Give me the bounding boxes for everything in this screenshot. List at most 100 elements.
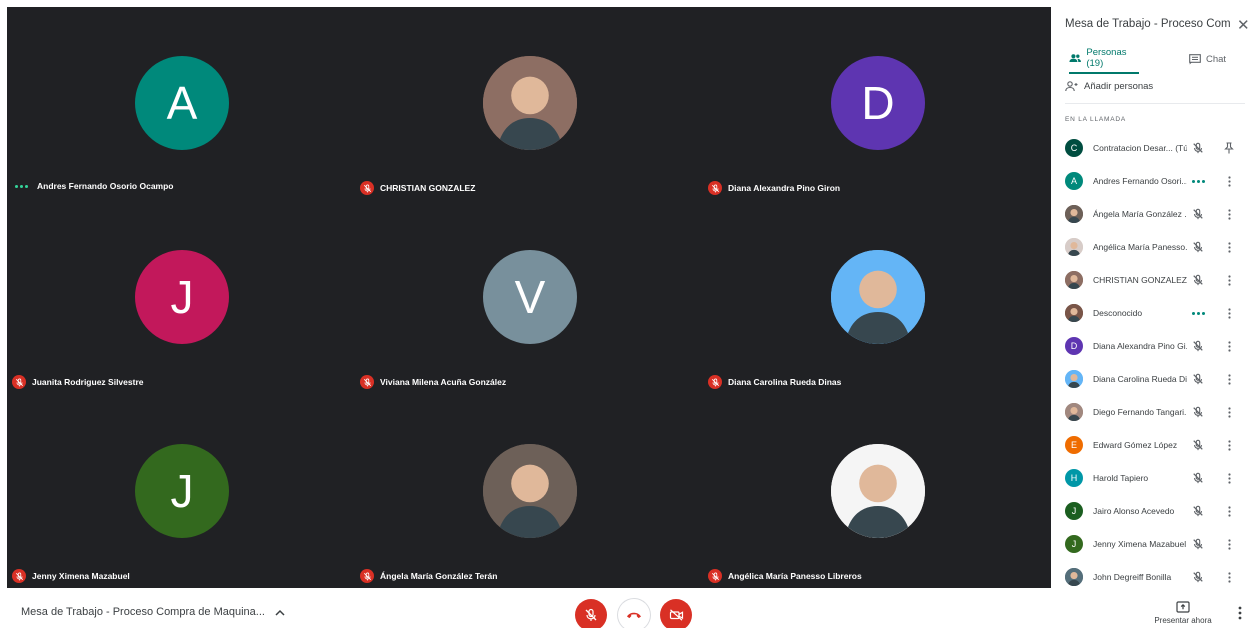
mic-off-badge <box>708 569 722 583</box>
more-options-icon[interactable] <box>1223 173 1235 189</box>
participant-tile[interactable]: CHRISTIAN GONZALEZ <box>355 7 703 201</box>
more-options-icon[interactable] <box>1223 437 1235 453</box>
participant-row[interactable]: H Harold Tapiero <box>1051 461 1257 494</box>
mic-off-icon <box>711 184 719 192</box>
participant-photo <box>1065 303 1083 322</box>
participant-photo <box>1065 402 1083 421</box>
mic-off-icon <box>15 378 23 386</box>
participant-row[interactable]: A Andres Fernando Osori... <box>1051 164 1257 197</box>
more-options-icon[interactable] <box>1223 305 1235 321</box>
hang-up-icon <box>627 612 641 619</box>
participant-name: Angélica María Panesso Libreros <box>728 571 862 581</box>
participant-nameplate: Angélica María Panesso Libreros <box>708 569 862 583</box>
mic-off-icon <box>1193 373 1203 385</box>
mic-off-badge <box>12 375 26 389</box>
mic-off-icon <box>1193 439 1203 451</box>
present-now-button[interactable]: Presentar ahora <box>1148 601 1218 625</box>
participant-row[interactable]: J Jairo Alonso Acevedo <box>1051 494 1257 527</box>
more-options-icon[interactable] <box>1238 606 1242 625</box>
mic-off-status <box>1190 470 1206 486</box>
mic-off-icon <box>1193 505 1203 517</box>
participant-row[interactable]: C Contratacion Desar... (Tú) <box>1051 131 1257 164</box>
participant-row[interactable]: Angélica María Panesso... <box>1051 230 1257 263</box>
participant-name: Angélica María Panesso... <box>1093 241 1187 252</box>
video-grid-area: A Andres Fernando Osorio Ocampo CHRISTIAN … <box>7 7 1051 588</box>
participant-name: Ángela María González ... <box>1093 208 1187 219</box>
mic-off-badge <box>360 375 374 389</box>
participant-nameplate: Diana Alexandra Pino Giron <box>708 181 840 195</box>
more-options-icon[interactable] <box>1223 470 1235 486</box>
more-options-icon[interactable] <box>1223 272 1235 288</box>
participant-name: Diana Alexandra Pino Giron <box>728 183 841 193</box>
speaking-indicator-icon <box>1189 179 1208 183</box>
participant-name: CHRISTIAN GONZALEZ <box>1093 274 1187 285</box>
mic-off-status <box>1190 206 1206 222</box>
mic-off-status <box>1190 338 1206 354</box>
leave-call-button[interactable] <box>618 599 650 628</box>
participant-tile[interactable]: Ángela María González Terán <box>355 395 703 589</box>
participant-row[interactable]: CHRISTIAN GONZALEZ <box>1051 263 1257 296</box>
mic-off-icon <box>1193 241 1203 253</box>
camera-toggle-button[interactable] <box>660 599 692 628</box>
mic-off-status <box>1190 371 1206 387</box>
present-screen-icon <box>1176 601 1190 613</box>
tab-chat[interactable]: Chat <box>1189 44 1235 74</box>
participant-row[interactable]: Diana Carolina Rueda Di... <box>1051 362 1257 395</box>
participant-avatar: A <box>135 56 229 150</box>
mic-off-badge <box>12 569 26 583</box>
participant-photo <box>831 444 925 538</box>
participant-row[interactable]: E Edward Gómez López <box>1051 428 1257 461</box>
participant-row[interactable]: Diego Fernando Tangari... <box>1051 395 1257 428</box>
panel-tabs: Personas (19) Chat <box>1051 44 1257 74</box>
more-options-icon[interactable] <box>1223 569 1235 585</box>
microphone-toggle-button[interactable] <box>575 599 607 628</box>
participant-avatar: D <box>1065 336 1083 355</box>
close-icon[interactable]: ✕ <box>1237 16 1250 34</box>
participant-name: Jenny Ximena Mazabuel <box>32 571 130 581</box>
participant-avatar: J <box>135 444 229 538</box>
add-people-button[interactable]: Añadir personas <box>1065 81 1153 92</box>
participant-row[interactable]: Desconocido <box>1051 296 1257 329</box>
participant-avatar: A <box>1065 171 1083 190</box>
participant-avatar: J <box>1065 501 1083 520</box>
more-options-icon[interactable] <box>1223 404 1235 420</box>
participant-tile[interactable]: J Juanita Rodriguez Silvestre <box>7 201 355 395</box>
section-label: EN LA LLAMADA <box>1065 116 1126 123</box>
mic-off-badge <box>708 181 722 195</box>
speaking-indicator-icon <box>1189 311 1208 315</box>
pin-icon[interactable] <box>1223 140 1235 156</box>
more-options-icon[interactable] <box>1223 338 1235 354</box>
participant-nameplate: Viviana Milena Acuña González <box>360 375 506 389</box>
participant-avatar: C <box>1065 138 1083 157</box>
more-options-icon[interactable] <box>1223 536 1235 552</box>
participant-photo <box>483 444 577 538</box>
people-icon <box>1069 54 1081 62</box>
mic-off-status <box>1190 404 1206 420</box>
participant-tile[interactable]: Angélica María Panesso Libreros <box>703 395 1051 589</box>
more-options-icon[interactable] <box>1223 239 1235 255</box>
tab-people[interactable]: Personas (19) <box>1069 44 1139 74</box>
participant-row[interactable]: J Jenny Ximena Mazabuel <box>1051 527 1257 560</box>
participant-tile[interactable]: J Jenny Ximena Mazabuel <box>7 395 355 589</box>
meeting-details-button[interactable]: Mesa de Trabajo - Proceso Compra de Maqu… <box>21 606 285 618</box>
participant-row[interactable]: Ángela María González ... <box>1051 197 1257 230</box>
participant-avatar <box>1065 402 1083 421</box>
speaking-status <box>1190 173 1206 189</box>
participant-photo <box>831 250 925 344</box>
participant-list[interactable]: C Contratacion Desar... (Tú) A Andres Ferna… <box>1051 131 1257 588</box>
participant-name: Edward Gómez López <box>1093 439 1178 450</box>
more-options-icon[interactable] <box>1223 503 1235 519</box>
mic-off-icon <box>1193 340 1203 352</box>
participant-avatar <box>483 56 577 150</box>
participant-avatar <box>1065 567 1083 586</box>
participant-tile[interactable]: V Viviana Milena Acuña González <box>355 201 703 395</box>
participant-tile[interactable]: D Diana Alexandra Pino Giron <box>703 7 1051 201</box>
participant-tile[interactable]: Diana Carolina Rueda Dinas <box>703 201 1051 395</box>
participant-row[interactable]: John Degreiff Bonilla <box>1051 560 1257 588</box>
participant-name: Viviana Milena Acuña González <box>380 377 507 387</box>
more-options-icon[interactable] <box>1223 371 1235 387</box>
participant-name: Jairo Alonso Acevedo <box>1093 505 1175 516</box>
participant-row[interactable]: D Diana Alexandra Pino Gi... <box>1051 329 1257 362</box>
more-options-icon[interactable] <box>1223 206 1235 222</box>
participant-tile[interactable]: A Andres Fernando Osorio Ocampo <box>7 7 355 201</box>
